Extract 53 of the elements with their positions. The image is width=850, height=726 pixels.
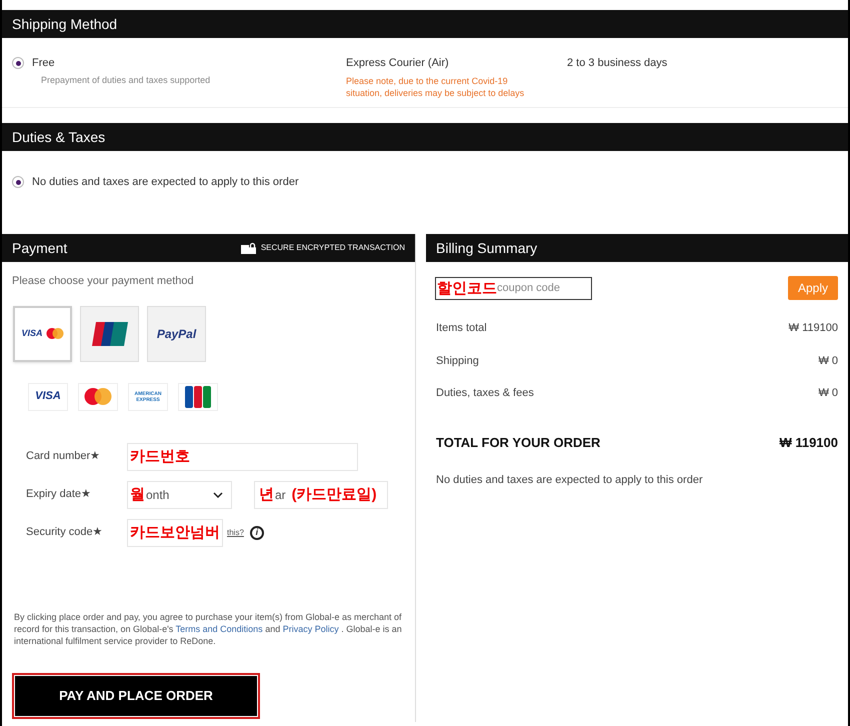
option-label: Free bbox=[32, 56, 55, 71]
help-link[interactable]: this? bbox=[227, 526, 244, 538]
summary-label: Duties, taxes & fees bbox=[436, 386, 534, 401]
lock-icon bbox=[240, 242, 256, 254]
radio-button[interactable] bbox=[12, 176, 24, 188]
card-number-field[interactable]: 카드번호 bbox=[127, 442, 358, 470]
month-dropdown[interactable]: 월 onth bbox=[127, 480, 232, 508]
section-title: Payment bbox=[12, 238, 68, 258]
summary-label: Shipping bbox=[436, 354, 479, 368]
mastercard-icon bbox=[46, 328, 64, 339]
prompt-text: Please choose your payment method bbox=[11, 274, 194, 289]
field-label: Card number★ bbox=[25, 449, 102, 464]
option-note: Prepayment of duties and taxes supported bbox=[40, 74, 210, 87]
field-label: Security code★ bbox=[25, 525, 104, 540]
section-title: Duties & Taxes bbox=[12, 128, 106, 146]
annotation-text: 할인코드 bbox=[437, 280, 497, 296]
jcb-icon bbox=[185, 386, 211, 408]
annotation-text: (카드만료일) bbox=[292, 487, 377, 502]
security-code-field[interactable]: 카드보안넘버 bbox=[127, 518, 223, 546]
unionpay-icon bbox=[92, 322, 128, 346]
section-title: Shipping Method bbox=[12, 14, 118, 34]
secure-label: SECURE ENCRYPTED TRANSACTION bbox=[260, 242, 405, 254]
legal-text: By clicking place order and pay, you agree to purchase your item(s) from Global-e as merchant of record for this transaction, on Global-e's Terms and Conditions and Privacy Policy . Global-e is an international fulfilment service provider to ReDone. bbox=[13, 610, 403, 646]
annotation-text: 월 bbox=[130, 487, 145, 502]
warning-text: Please note, due to the current Covid-19 situation, deliveries may be subject to delays bbox=[346, 74, 526, 98]
summary-note: No duties and taxes are expected to apply to this order bbox=[435, 473, 704, 488]
terms-link[interactable]: Terms and Conditions bbox=[176, 624, 263, 634]
total-value: ₩ 119100 bbox=[779, 434, 838, 452]
annotation-text: 년 bbox=[259, 487, 274, 502]
info-icon[interactable]: i bbox=[250, 526, 264, 540]
pay-and-place-order-button[interactable]: PAY AND PLACE ORDER bbox=[15, 676, 257, 716]
summary-label: Items total bbox=[436, 321, 487, 336]
summary-value: ₩ 119100 bbox=[788, 321, 838, 336]
summary-value: ₩ 0 bbox=[818, 354, 838, 368]
option-label: No duties and taxes are expected to apply to this order bbox=[32, 175, 299, 190]
field-label: Expiry date★ bbox=[25, 487, 92, 502]
annotation-text: 카드번호 bbox=[130, 449, 190, 464]
coupon-field[interactable]: 할인코드coupon code bbox=[435, 276, 592, 300]
carrier-name: Express Courier (Air) bbox=[346, 56, 449, 71]
delivery-time: 2 to 3 business days bbox=[567, 56, 668, 71]
payment-method-option[interactable]: PayPal bbox=[147, 306, 206, 362]
year-field[interactable]: 년 ar (카드만료일) bbox=[254, 480, 388, 508]
radio-button[interactable] bbox=[12, 57, 24, 70]
chevron-down-icon bbox=[213, 492, 223, 498]
payment-method-option[interactable] bbox=[80, 306, 139, 362]
annotation-text: 카드보안넘버 bbox=[130, 525, 220, 540]
mastercard-icon bbox=[84, 388, 112, 405]
payment-method-option[interactable]: VISA bbox=[13, 306, 72, 362]
section-title: Billing Summary bbox=[436, 238, 538, 258]
visa-logo: VISA bbox=[35, 389, 61, 404]
total-label: TOTAL FOR YOUR ORDER bbox=[436, 434, 600, 452]
privacy-link[interactable]: Privacy Policy bbox=[282, 624, 339, 634]
summary-value: ₩ 0 bbox=[818, 386, 838, 401]
